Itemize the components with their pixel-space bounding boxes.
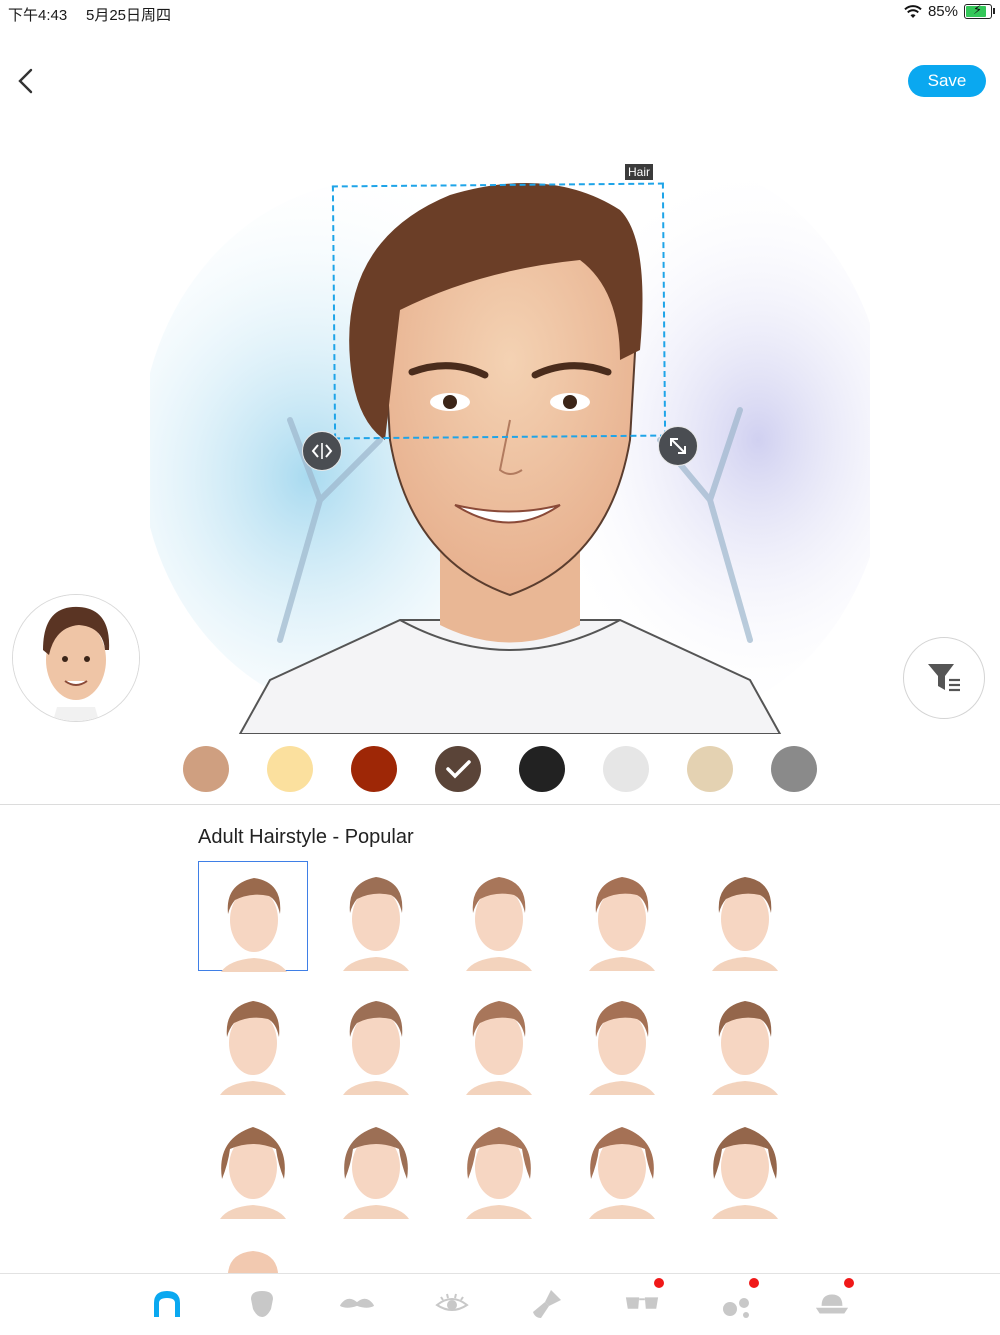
hairstyle-thumbnail [466, 1127, 532, 1219]
tab-hair[interactable] [149, 1286, 185, 1322]
hairstyle-thumbnail [589, 877, 655, 971]
flip-handle[interactable] [302, 431, 342, 471]
hairstyle-option[interactable] [690, 861, 800, 971]
notification-badge [749, 1278, 759, 1288]
avatar-preview-thumbnail[interactable] [12, 594, 140, 722]
hairstyle-grid [198, 861, 818, 1273]
hairstyle-option[interactable] [198, 861, 308, 972]
battery-icon: ⚡ [964, 2, 995, 19]
hair-color-swatches [0, 746, 1000, 794]
notification-badge [654, 1278, 664, 1288]
hairstyle-option[interactable] [198, 1109, 308, 1219]
status-bar: 下午4:43 5月25日周四 85% ⚡ [0, 0, 1000, 28]
chevron-left-icon [18, 68, 33, 94]
checkmark-icon [446, 760, 471, 779]
hairstyle-thumbnail [220, 1127, 286, 1219]
status-time: 下午4:43 [8, 7, 68, 24]
avatar-thumbnail-image [13, 595, 139, 721]
filter-icon [928, 664, 960, 692]
makeup-brush-icon [533, 1290, 561, 1318]
hairstyle-option[interactable] [198, 1233, 308, 1273]
hairstyle-option[interactable] [444, 985, 554, 1095]
hairstyle-thumbnail [343, 1001, 409, 1095]
hairstyle-thumbnail [589, 1001, 655, 1095]
save-button[interactable]: Save [908, 65, 986, 97]
hair-color-swatch[interactable] [603, 746, 649, 792]
hair-color-swatch[interactable] [435, 746, 481, 792]
hairstyle-option[interactable] [444, 1109, 554, 1219]
section-title: Adult Hairstyle - Popular [198, 826, 414, 848]
tab-hats[interactable] [814, 1278, 854, 1322]
hairstyle-thumbnail [712, 877, 778, 971]
tab-accessories[interactable] [719, 1278, 759, 1322]
hairstyle-option[interactable] [321, 985, 431, 1095]
hairstyle-thumbnail [466, 877, 532, 971]
hair-color-swatch[interactable] [519, 746, 565, 792]
face-shape-icon [251, 1291, 273, 1317]
hairstyle-thumbnail [220, 1001, 286, 1095]
resize-icon [670, 438, 686, 454]
hairstyle-thumbnail [228, 1251, 278, 1273]
tab-facial-hair[interactable] [339, 1286, 375, 1322]
hairstyle-option[interactable] [567, 861, 677, 971]
status-right: 85% ⚡ [904, 2, 995, 20]
hair-icon [154, 1291, 180, 1317]
hairstyle-thumbnail [589, 1127, 655, 1219]
notification-badge [844, 1278, 854, 1288]
hairstyle-thumbnail [712, 1127, 778, 1219]
hair-color-swatch[interactable] [351, 746, 397, 792]
hat-icon [815, 1294, 849, 1314]
hairstyle-thumbnail [343, 877, 409, 971]
divider [0, 804, 1000, 805]
battery-percent: 85% [927, 3, 958, 20]
hairstyle-option[interactable] [690, 1109, 800, 1219]
mustache-icon [339, 1298, 375, 1308]
glasses-icon [625, 1297, 659, 1309]
tab-makeup[interactable] [529, 1286, 565, 1322]
hairstyle-option[interactable] [690, 985, 800, 1095]
tab-glasses[interactable] [624, 1278, 664, 1322]
hairstyle-thumbnail [221, 878, 287, 972]
filter-button[interactable] [903, 637, 985, 719]
hairstyle-thumbnail [343, 1127, 409, 1219]
hair-color-swatch[interactable] [687, 746, 733, 792]
hairstyle-thumbnail [466, 1001, 532, 1095]
hairstyle-option[interactable] [567, 1109, 677, 1219]
hairstyle-option[interactable] [567, 985, 677, 1095]
wifi-icon [904, 4, 922, 18]
hairstyle-option[interactable] [321, 861, 431, 971]
eye-icon [435, 1293, 469, 1311]
selection-tag: Hair [625, 164, 654, 180]
resize-handle[interactable] [658, 426, 698, 466]
tab-eyes[interactable] [434, 1286, 470, 1322]
hairstyle-option[interactable] [198, 985, 308, 1095]
hair-selection-box[interactable] [331, 182, 667, 440]
hair-color-swatch[interactable] [183, 746, 229, 792]
hairstyle-option[interactable] [321, 1109, 431, 1219]
tab-face-shape[interactable] [244, 1286, 280, 1322]
hair-color-swatch[interactable] [267, 746, 313, 792]
flip-icon [311, 443, 333, 459]
back-button[interactable] [12, 64, 42, 98]
hairstyle-thumbnail [712, 1001, 778, 1095]
hairstyle-option[interactable] [444, 861, 554, 971]
category-tab-bar [0, 1273, 1000, 1335]
hair-color-swatch[interactable] [771, 746, 817, 792]
status-date: 5月25日周四 [86, 7, 172, 24]
accessories-icon [723, 1298, 749, 1318]
